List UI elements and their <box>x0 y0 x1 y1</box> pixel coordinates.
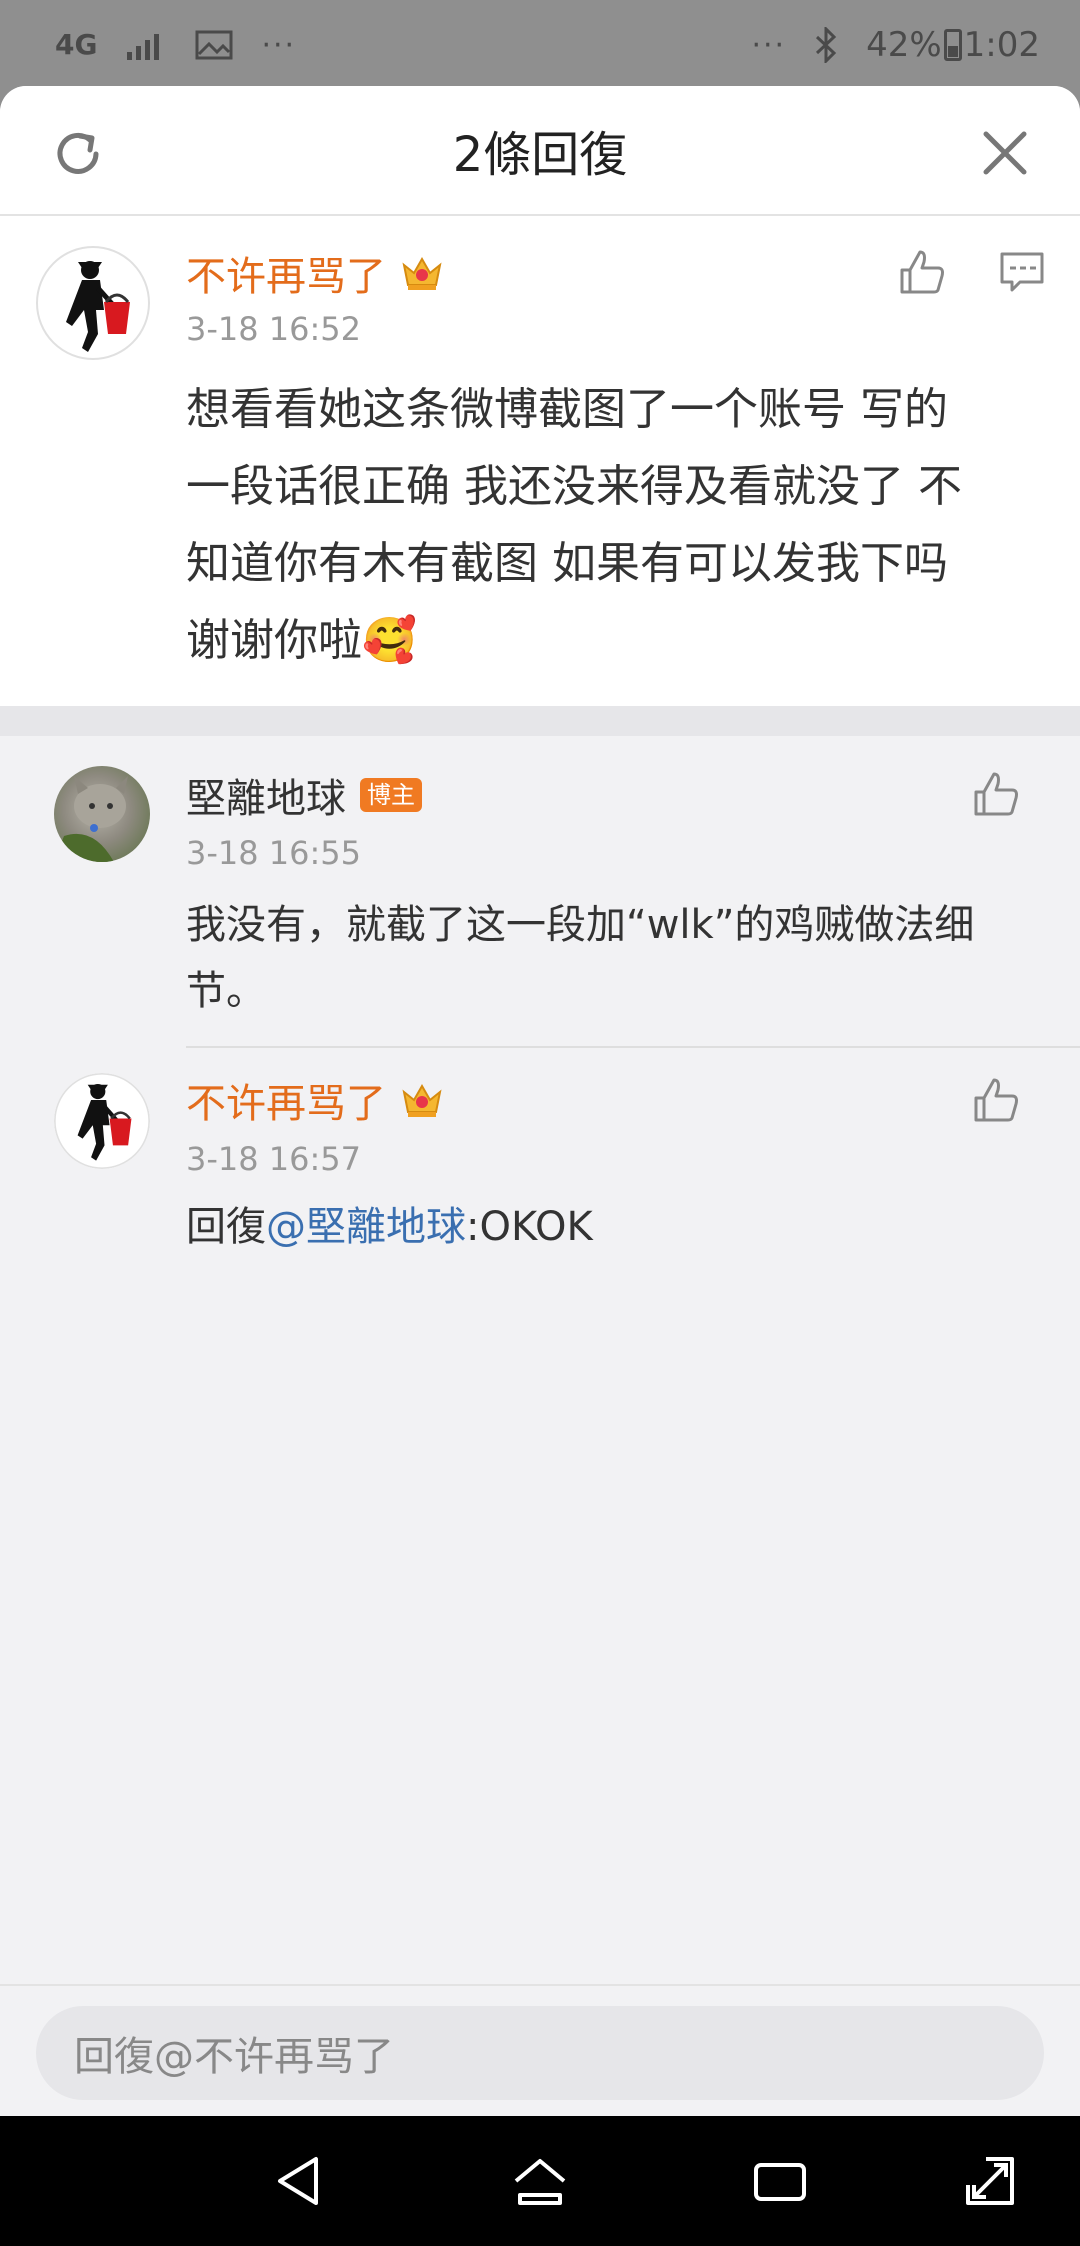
more-status-icon: ··· <box>751 27 787 63</box>
battery-percent: 42% <box>866 25 942 65</box>
avatar[interactable] <box>36 246 150 360</box>
status-right: ··· 42% 1:02 <box>751 25 1040 65</box>
reply-line: 我没有，就截了这一段加“wlk”的鸡贼做法细 <box>186 902 975 948</box>
status-left: 4G ··· <box>55 28 296 63</box>
close-icon[interactable] <box>980 128 1030 178</box>
blogger-badge: 博主 <box>360 777 422 813</box>
vip-crown-icon <box>402 256 442 290</box>
like-icon[interactable] <box>970 768 1022 820</box>
avatar-silhouette <box>66 261 130 352</box>
mention-link[interactable]: @堅離地球 <box>266 1204 466 1250</box>
signal-icon <box>127 34 160 60</box>
emoji-icon: 🥰 <box>362 615 417 666</box>
replies-sheet: 2條回復 不许再骂了 3-18 16:52 想看看她这条微博截图了一个账号 写的… <box>0 86 1080 2116</box>
reply-comment-icon[interactable] <box>996 246 1048 298</box>
reply-line: 节。 <box>186 968 266 1014</box>
refresh-icon[interactable] <box>50 126 106 182</box>
expand-icon[interactable] <box>960 2151 1020 2211</box>
sheet-title: 2條回復 <box>452 127 628 183</box>
comment-author[interactable]: 不许再骂了 <box>186 244 444 302</box>
reply-input[interactable]: 回復@不许再骂了 <box>36 2006 1044 2100</box>
like-icon[interactable] <box>896 246 948 298</box>
comment-line: 谢谢你啦🥰 <box>186 602 1046 679</box>
reply-divider <box>186 1046 1080 1048</box>
network-indicator: 4G <box>55 28 98 61</box>
reply-body: 我没有，就截了这一段加“wlk”的鸡贼做法细 节。 <box>186 892 1026 1024</box>
reply-time: 3-18 16:55 <box>186 834 362 872</box>
system-nav-bar <box>0 2116 1080 2246</box>
reply-author[interactable]: 不许再骂了 <box>186 1071 444 1129</box>
bluetooth-icon <box>816 27 837 63</box>
comment-line-text: 谢谢你啦 <box>186 615 362 666</box>
reply-author-name[interactable]: 不许再骂了 <box>186 1071 386 1129</box>
status-bar: 4G ··· ··· 42% 1:02 <box>0 0 1080 90</box>
cat-avatar-image <box>54 776 128 862</box>
recents-icon[interactable] <box>750 2151 810 2211</box>
battery-icon <box>943 29 962 61</box>
reply-author[interactable]: 堅離地球 博主 <box>186 766 422 824</box>
home-icon[interactable] <box>510 2151 570 2211</box>
comment-time: 3-18 16:52 <box>186 310 362 348</box>
reply-author-name[interactable]: 堅離地球 <box>186 766 346 824</box>
gallery-icon <box>195 30 233 60</box>
vip-crown-icon <box>402 1083 442 1117</box>
reply-suffix: :OKOK <box>466 1204 593 1250</box>
reply-input-bar: 回復@不许再骂了 <box>0 1984 1080 2116</box>
avatar-silhouette <box>54 1073 150 1169</box>
more-notifications-icon: ··· <box>261 27 297 63</box>
avatar[interactable] <box>54 766 150 862</box>
clock: 1:02 <box>963 25 1040 65</box>
comment-line: 想看看她这条微博截图了一个账号 写的 <box>186 384 948 435</box>
reply-body: 回復@堅離地球:OKOK <box>186 1194 593 1260</box>
section-divider <box>0 706 1080 736</box>
comment-author-name[interactable]: 不许再骂了 <box>186 244 386 302</box>
avatar[interactable] <box>54 1073 150 1169</box>
sheet-header: 2條回復 <box>0 86 1080 216</box>
comment-line: 一段话很正确 我还没来得及看就没了 不 <box>186 461 962 512</box>
back-icon[interactable] <box>270 2151 330 2211</box>
replies-list: 堅離地球 博主 3-18 16:55 我没有，就截了这一段加“wlk”的鸡贼做法… <box>0 736 1080 1281</box>
main-comment: 不许再骂了 3-18 16:52 想看看她这条微博截图了一个账号 写的 一段话很… <box>0 216 1080 706</box>
like-icon[interactable] <box>970 1074 1022 1126</box>
comment-line: 知道你有木有截图 如果有可以发我下吗 <box>186 538 948 589</box>
comment-body: 想看看她这条微博截图了一个账号 写的 一段话很正确 我还没来得及看就没了 不 知… <box>186 371 1046 679</box>
reply-prefix: 回復 <box>186 1204 266 1250</box>
reply-time: 3-18 16:57 <box>186 1140 362 1178</box>
